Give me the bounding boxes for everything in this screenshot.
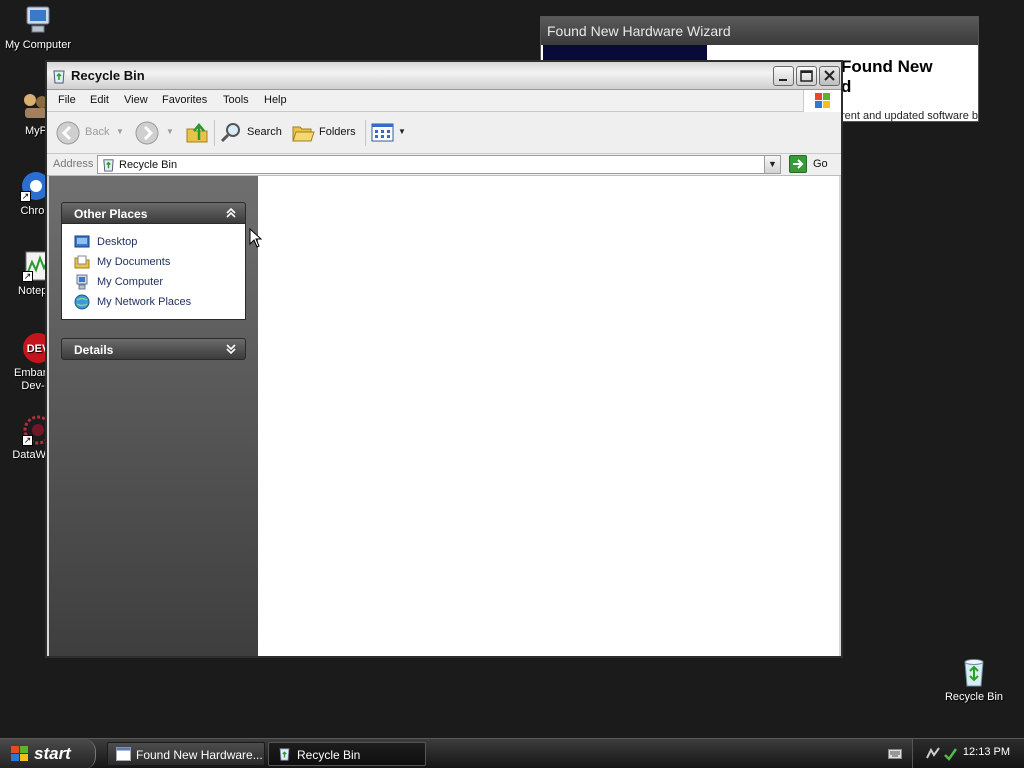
mouse-pointer-icon: [249, 228, 263, 248]
address-bar: Address Recycle Bin ▼ Go: [47, 154, 841, 176]
shortcut-arrow-icon: ↗: [22, 435, 33, 446]
menu-edit[interactable]: Edit: [90, 94, 109, 106]
task-pane: Other Places Desktop My Documents My Com…: [49, 176, 258, 656]
recycle-bin-icon: [51, 68, 67, 84]
folders-icon: [292, 126, 315, 142]
my-documents-icon: [74, 254, 90, 270]
address-field[interactable]: Recycle Bin ▼: [97, 155, 781, 174]
maximize-button[interactable]: [796, 66, 817, 86]
go-button[interactable]: Go: [789, 155, 831, 174]
wizard-heading-line2: d: [841, 77, 852, 96]
desktop-icon-recycle-bin[interactable]: Recycle Bin: [936, 656, 1012, 704]
back-button[interactable]: Back ▼: [56, 119, 126, 147]
go-label: Go: [813, 158, 828, 170]
up-folder-icon: [186, 123, 208, 143]
window-title: Recycle Bin: [71, 68, 145, 83]
maximize-icon: [800, 70, 813, 82]
wizard-title: Found New Hardware Wizard: [541, 17, 978, 45]
place-label: Desktop: [97, 236, 138, 248]
recycle-bin-window[interactable]: Recycle Bin File Edit View Favorites Too…: [45, 60, 843, 658]
windows-flag-icon: [11, 746, 28, 761]
standard-toolbar: Back ▼ ▼ Search Folders ▼: [47, 112, 841, 154]
folders-button[interactable]: Folders: [291, 119, 357, 147]
up-folder-button[interactable]: [185, 119, 211, 147]
taskbar-button-recycle-bin[interactable]: Recycle Bin: [268, 742, 426, 766]
back-arrow-icon: [56, 121, 80, 145]
menu-tools[interactable]: Tools: [223, 94, 249, 106]
other-places-panel: Desktop My Documents My Computer My Netw…: [61, 224, 246, 320]
system-tray: 12:13 PM: [912, 739, 1024, 768]
minimize-icon: [779, 79, 787, 81]
clock[interactable]: 12:13 PM: [963, 746, 1010, 758]
taskbar: start Found New Hardware... Recycle Bin …: [0, 738, 1024, 768]
desktop-icon-my-computer[interactable]: My Computer: [0, 4, 76, 52]
address-dropdown-button[interactable]: ▼: [764, 156, 780, 173]
file-list-area[interactable]: [258, 176, 839, 656]
close-button[interactable]: [819, 66, 840, 86]
desktop-icon-label: My Computer: [4, 39, 72, 51]
go-arrow-icon: [789, 155, 807, 173]
views-icon: [371, 123, 394, 142]
menu-help[interactable]: Help: [264, 94, 287, 106]
back-label: Back: [85, 126, 110, 138]
start-button[interactable]: start: [0, 739, 96, 768]
wizard-heading: Found New d: [841, 57, 933, 97]
my-computer-icon: [22, 4, 54, 36]
taskbar-button-label: Recycle Bin: [297, 748, 361, 762]
expand-chevron-down-icon[interactable]: [225, 342, 237, 356]
views-dropdown-icon: ▼: [398, 127, 406, 136]
close-icon: [824, 70, 835, 81]
recycle-bin-icon: [101, 157, 116, 172]
address-label: Address: [53, 158, 94, 170]
wizard-window-icon: [116, 747, 131, 761]
safely-remove-tray-icon[interactable]: [943, 746, 958, 765]
taskbar-button-hardware-wizard[interactable]: Found New Hardware...: [107, 742, 265, 766]
search-label: Search: [247, 126, 282, 138]
network-tray-icon[interactable]: [925, 746, 941, 765]
network-places-icon: [74, 294, 90, 310]
toolbar-separator: [365, 120, 366, 146]
recycle-bin-icon: [958, 656, 990, 688]
shortcut-arrow-icon: ↗: [20, 191, 31, 202]
place-label: My Network Places: [97, 296, 192, 308]
taskbar-button-label: Found New Hardware...: [136, 748, 263, 762]
title-bar[interactable]: Recycle Bin: [47, 62, 841, 90]
collapse-chevron-up-icon[interactable]: [225, 206, 237, 220]
desktop-icon: [74, 234, 90, 250]
windows-logo-icon: [803, 90, 841, 112]
menu-bar: File Edit View Favorites Tools Help: [47, 90, 841, 112]
desktop-icon-label: DataWa: [12, 449, 52, 461]
start-label: start: [34, 744, 71, 763]
address-value: Recycle Bin: [119, 159, 178, 171]
forward-button[interactable]: ▼: [135, 119, 175, 147]
search-button[interactable]: Search: [219, 119, 283, 147]
views-button[interactable]: ▼: [371, 119, 407, 147]
folders-label: Folders: [319, 126, 356, 138]
details-header[interactable]: Details: [61, 338, 246, 360]
recycle-bin-icon: [277, 747, 292, 761]
search-icon: [220, 123, 240, 143]
shortcut-arrow-icon: ↗: [22, 271, 33, 282]
other-places-header[interactable]: Other Places: [61, 202, 246, 224]
forward-arrow-icon: [135, 121, 159, 145]
toolbar-separator: [214, 120, 215, 146]
menu-favorites[interactable]: Favorites: [162, 94, 207, 106]
desktop-icon-label: Recycle Bin: [944, 691, 1004, 703]
my-computer-icon: [74, 274, 90, 290]
other-places-title: Other Places: [74, 207, 148, 221]
menu-view[interactable]: View: [124, 94, 148, 106]
back-dropdown-icon: ▼: [116, 127, 124, 136]
details-title: Details: [74, 343, 114, 357]
wizard-heading-line1: Found New: [841, 57, 933, 76]
forward-dropdown-icon: ▼: [166, 127, 174, 136]
place-label: My Computer: [97, 276, 164, 288]
keyboard-icon[interactable]: [888, 748, 902, 762]
menu-file[interactable]: File: [58, 94, 76, 106]
wizard-text: rent and updated software b: [841, 110, 978, 122]
minimize-button[interactable]: [773, 66, 794, 86]
place-label: My Documents: [97, 256, 171, 268]
